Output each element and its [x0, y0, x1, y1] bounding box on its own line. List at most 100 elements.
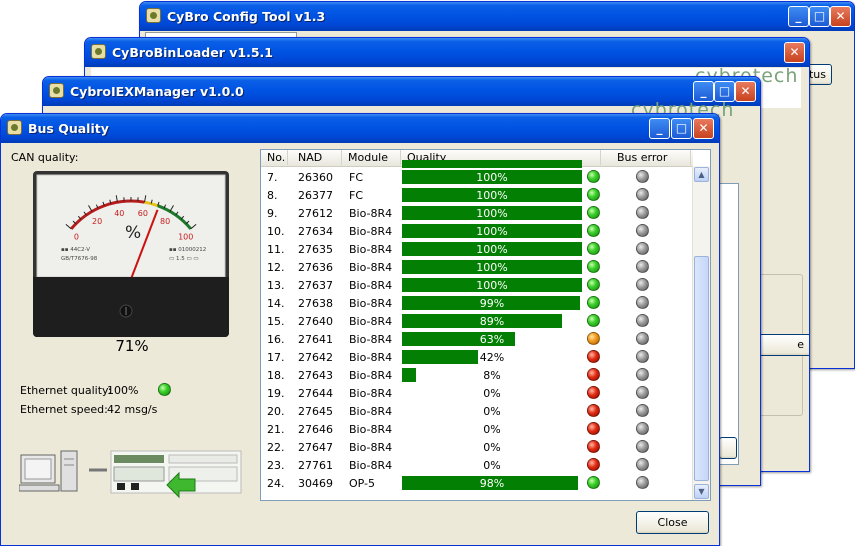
table-row[interactable]: 20. 27645 Bio-8R4 0%	[261, 402, 691, 420]
table-row[interactable]: 12. 27636 Bio-8R4 100%	[261, 258, 691, 276]
scroll-down-icon[interactable]: ▼	[694, 484, 709, 499]
row-module: Bio-8R4	[349, 387, 393, 400]
quality-value: 100%	[476, 207, 508, 220]
row-module: FC	[349, 189, 364, 202]
close-button[interactable]: ✕	[830, 6, 851, 27]
row-nad: 26377	[298, 189, 333, 202]
table-row[interactable]: 18. 27643 Bio-8R4 8%	[261, 366, 691, 384]
col-module[interactable]: Module	[342, 150, 401, 165]
bus-error-led	[636, 458, 649, 471]
row-module: Bio-8R4	[349, 207, 393, 220]
quality-value: 89%	[479, 315, 505, 328]
bus-quality-titlebar[interactable]: Bus Quality _ □ ✕	[1, 114, 719, 143]
row-no: 9.	[267, 207, 278, 220]
row-nad: 27641	[298, 333, 333, 346]
meter-tick-label: 20	[92, 217, 102, 226]
close-button[interactable]: ✕	[784, 42, 805, 63]
ethernet-speed-label: Ethernet speed:	[20, 403, 108, 416]
quality-value: 100%	[476, 171, 508, 184]
window-title: CyBroBinLoader v1.5.1	[112, 45, 273, 60]
quality-value: 8%	[483, 369, 501, 382]
bus-error-led	[636, 260, 649, 273]
row-nad: 27612	[298, 207, 333, 220]
bus-error-led	[636, 368, 649, 381]
computer-icon	[19, 450, 78, 492]
row-module: Bio-8R4	[349, 243, 393, 256]
row-nad: 30469	[298, 477, 333, 490]
quality-status-led	[587, 170, 600, 183]
table-row[interactable]: 17. 27642 Bio-8R4 42%	[261, 348, 691, 366]
app-icon	[7, 120, 22, 135]
iex-list[interactable]	[719, 183, 739, 465]
table-row[interactable]: 15. 27640 Bio-8R4 89%	[261, 312, 691, 330]
row-no: 21.	[267, 423, 285, 436]
quality-status-led	[587, 260, 600, 273]
quality-value: 100%	[476, 225, 508, 238]
col-bus-error[interactable]: Bus error	[611, 150, 691, 165]
iex-button[interactable]	[719, 437, 737, 459]
row-nad: 27643	[298, 369, 333, 382]
binloader-button[interactable]: e	[755, 334, 809, 356]
bus-error-led	[636, 242, 649, 255]
row-nad: 27636	[298, 261, 333, 274]
app-icon	[49, 83, 64, 98]
row-no: 10.	[267, 225, 285, 238]
quality-value: 100%	[476, 243, 508, 256]
meter-tick-label: 100	[178, 232, 193, 241]
ethernet-speed-value: 42 msg/s	[107, 403, 158, 416]
network-diagram	[19, 450, 242, 499]
table-row[interactable]: 11. 27635 Bio-8R4 100%	[261, 240, 691, 258]
minimize-button[interactable]: _	[649, 118, 670, 139]
config-tool-titlebar[interactable]: CyBro Config Tool v1.3 _ □ ✕	[140, 2, 854, 31]
meter-tick-label: 0	[74, 232, 79, 241]
can-quality-value: 71%	[115, 337, 149, 355]
quality-status-led	[587, 206, 600, 219]
scroll-up-icon[interactable]: ▲	[694, 167, 709, 182]
table-row[interactable]: 9. 27612 Bio-8R4 100%	[261, 204, 691, 222]
maximize-button[interactable]: □	[809, 6, 830, 27]
table-row[interactable]: 16. 27641 Bio-8R4 63%	[261, 330, 691, 348]
row-module: Bio-8R4	[349, 261, 393, 274]
table-row[interactable]: 24. 30469 OP-5 98%	[261, 474, 691, 492]
meter-tick-label: 60	[138, 209, 148, 218]
close-dialog-button[interactable]: Close	[636, 511, 709, 534]
quality-status-led	[587, 422, 600, 435]
bus-error-led	[636, 386, 649, 399]
ethernet-quality-value: 100%	[107, 384, 139, 397]
table-row[interactable]: 14. 27638 Bio-8R4 99%	[261, 294, 691, 312]
bus-error-led	[636, 206, 649, 219]
row-nad: 27761	[298, 459, 333, 472]
table-row[interactable]: 22. 27647 Bio-8R4 0%	[261, 438, 691, 456]
table-row[interactable]: 8. 26377 FC 100%	[261, 186, 691, 204]
table-row[interactable]: 23. 27761 Bio-8R4 0%	[261, 456, 691, 474]
window-title: Bus Quality	[28, 121, 109, 136]
row-module: Bio-8R4	[349, 333, 393, 346]
table-row[interactable]: 7. 26360 FC 100%	[261, 168, 691, 186]
bus-error-led	[636, 476, 649, 489]
row-no: 17.	[267, 351, 285, 364]
vertical-scrollbar[interactable]: ▲ ▼	[692, 166, 710, 500]
binloader-titlebar[interactable]: CyBroBinLoader v1.5.1 ✕	[85, 38, 809, 67]
quality-status-led	[587, 278, 600, 291]
row-no: 22.	[267, 441, 285, 454]
col-no[interactable]: No.	[261, 150, 288, 165]
row-nad: 26360	[298, 171, 333, 184]
close-button[interactable]: ✕	[735, 81, 756, 102]
bus-error-led	[636, 188, 649, 201]
row-no: 13.	[267, 279, 285, 292]
table-row[interactable]: 21. 27646 Bio-8R4 0%	[261, 420, 691, 438]
row-module: Bio-8R4	[349, 279, 393, 292]
bus-error-led	[636, 404, 649, 417]
close-button[interactable]: ✕	[693, 118, 714, 139]
meter-tick-label: 80	[160, 217, 170, 226]
scroll-thumb[interactable]	[694, 256, 709, 481]
minimize-button[interactable]: _	[788, 6, 809, 27]
quality-value: 63%	[479, 333, 505, 346]
maximize-button[interactable]: □	[671, 118, 692, 139]
row-no: 7.	[267, 171, 278, 184]
table-row[interactable]: 10. 27634 Bio-8R4 100%	[261, 222, 691, 240]
quality-value: 100%	[476, 189, 508, 202]
col-nad[interactable]: NAD	[292, 150, 342, 165]
table-row[interactable]: 19. 27644 Bio-8R4 0%	[261, 384, 691, 402]
table-row[interactable]: 13. 27637 Bio-8R4 100%	[261, 276, 691, 294]
